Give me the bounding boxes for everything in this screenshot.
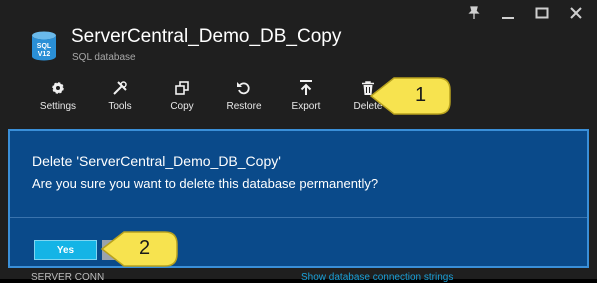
dialog-title: Delete 'ServerCentral_Demo_DB_Copy' [32, 153, 281, 169]
callout-arrow-shape [369, 77, 451, 115]
restore-icon [237, 82, 250, 95]
tools-icon [113, 81, 127, 95]
pin-icon[interactable] [467, 6, 481, 20]
tools-button[interactable]: Tools [89, 77, 151, 117]
copy-icon [175, 81, 189, 95]
minimize-icon[interactable] [501, 6, 515, 20]
delete-confirmation-dialog: Delete 'ServerCentral_Demo_DB_Copy' Are … [8, 129, 589, 268]
restore-button[interactable]: Restore [213, 77, 275, 117]
icon-text-version: V12 [38, 51, 51, 58]
tools-label: Tools [108, 101, 132, 112]
sql-database-blade: SQL V12 ServerCentral_Demo_DB_Copy SQL d… [0, 0, 597, 283]
blade-title: ServerCentral_Demo_DB_Copy [71, 26, 342, 47]
settings-label: Settings [39, 101, 77, 112]
callout-number: 2 [139, 237, 151, 259]
callout-2: 2 [99, 228, 179, 270]
yes-button[interactable]: Yes [34, 240, 97, 260]
command-bar: Settings Tools Copy Restore Export Delet… [27, 77, 399, 117]
export-button[interactable]: Export [275, 77, 337, 117]
restore-label: Restore [226, 101, 262, 112]
callout-1: 1 [368, 74, 452, 118]
show-connection-strings-link[interactable]: Show database connection strings [301, 272, 453, 283]
copy-label: Copy [170, 101, 194, 112]
export-icon [300, 80, 312, 95]
server-connection-label: SERVER CONN [31, 272, 105, 283]
dialog-divider [10, 217, 587, 218]
dialog-message: Are you sure you want to delete this dat… [32, 176, 379, 191]
icon-text-sql: SQL [37, 43, 52, 50]
callout-number: 1 [415, 84, 427, 106]
window-controls [467, 6, 583, 20]
maximize-icon[interactable] [535, 6, 549, 20]
export-label: Export [291, 101, 321, 112]
copy-button[interactable]: Copy [151, 77, 213, 117]
close-icon[interactable] [569, 6, 583, 20]
sql-database-icon: SQL V12 [32, 31, 56, 61]
settings-button[interactable]: Settings [27, 77, 89, 117]
gear-icon [52, 82, 64, 94]
blade-subtitle: SQL database [72, 52, 136, 63]
